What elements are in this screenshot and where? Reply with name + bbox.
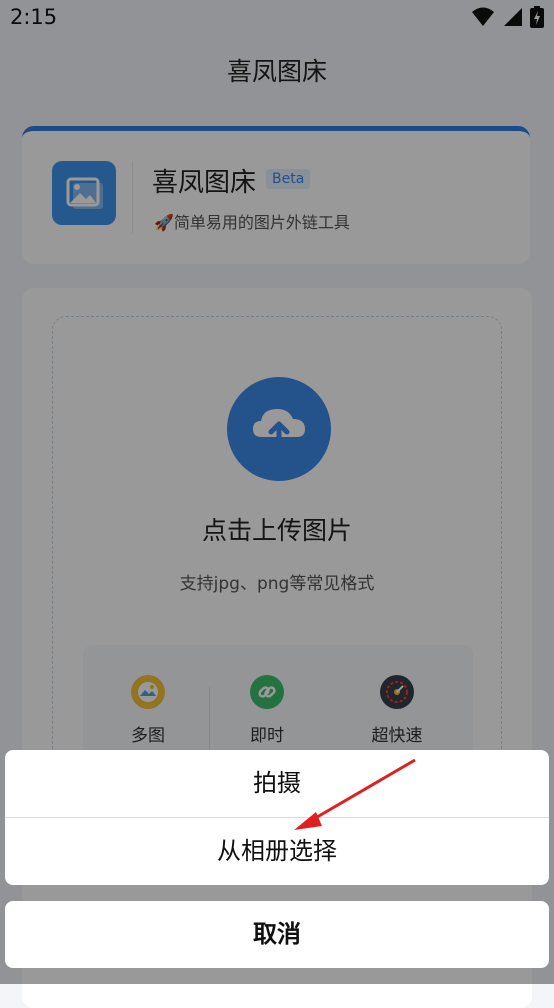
action-sheet: 拍摄 从相册选择 xyxy=(5,750,549,885)
cancel-button[interactable]: 取消 xyxy=(5,901,549,968)
take-photo-option[interactable]: 拍摄 xyxy=(5,750,549,817)
choose-from-album-option[interactable]: 从相册选择 xyxy=(5,818,549,885)
